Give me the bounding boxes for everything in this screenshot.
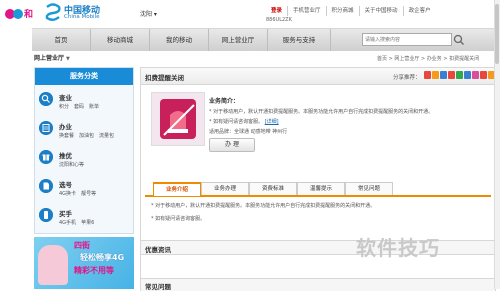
breadcrumb: 首页 > 网上营业厅 > 办业务 > 扣费提醒关闭 <box>377 56 480 62</box>
applicable-brands: 适用品牌：全球通 动感地带 神州行 <box>209 129 288 135</box>
tab-content: * 对于移动用户，默认开通扣费提醒服务。本服务功能允许用户自行完成扣费提醒服务的… <box>151 202 485 228</box>
nav-item-online-hall[interactable]: 网上营业厅 <box>209 29 268 51</box>
chevron-down-icon: ▼ <box>66 56 70 62</box>
search-icon <box>39 92 53 106</box>
points-mall-link[interactable]: 积分商城 <box>325 6 359 16</box>
offers-section-header[interactable]: 优惠资讯 <box>141 240 495 255</box>
share-icons <box>424 71 500 79</box>
detail-link[interactable]: [详细] <box>265 119 279 125</box>
handle-button[interactable]: 办 理 <box>209 138 255 152</box>
share-icon[interactable] <box>472 71 479 79</box>
sidebar-link[interactable]: 4G手机 <box>59 220 76 226</box>
city-label: 沈阳 <box>140 11 153 18</box>
sidebar-section-query[interactable]: 查业 积分 套码 账单 <box>39 92 131 118</box>
service-image <box>151 92 205 146</box>
share-icon[interactable] <box>448 71 455 79</box>
section-title: 优惠资讯 <box>145 246 171 254</box>
top-links: 登录 手机营业厅 积分商城 关于中国移动 政企客户 <box>266 6 436 16</box>
mobile-hall-link[interactable]: 手机营业厅 <box>287 6 326 16</box>
service-intro: 业务简介： * 对于移动用户，默认开通扣费提醒服务。本服务功能允许用户自行完成扣… <box>209 96 489 138</box>
sidebar-link[interactable]: 靓号等 <box>81 191 96 197</box>
banner-line: 轻松畅享4G <box>80 253 125 262</box>
section-title: 常见问题 <box>145 283 171 291</box>
sidebar-section-title: 选号 <box>59 181 72 189</box>
banner-line: 精彩不用等 <box>74 266 114 275</box>
hall-label: 网上营业厅 <box>34 55 65 62</box>
nav-item-mall[interactable]: 移动商城 <box>91 29 150 51</box>
svg-text:和: 和 <box>23 8 33 20</box>
share-icon[interactable] <box>432 71 439 79</box>
phone-icon <box>39 208 53 222</box>
share-label: 分享推荐： <box>393 75 421 81</box>
brand-en: China Mobile <box>64 14 100 20</box>
nav-item-home[interactable]: 首页 <box>32 29 91 51</box>
sidebar-title: 服务分类 <box>35 68 133 85</box>
sidebar-section-promo[interactable]: 推优 沈阳和心等 <box>39 150 131 176</box>
sidebar-section-title: 办业 <box>59 123 72 131</box>
tab-tips[interactable]: 温馨提示 <box>297 182 345 195</box>
city-selector[interactable]: 沈阳 ▾ <box>140 9 157 18</box>
mascot-image <box>38 245 68 285</box>
sidebar-link[interactable]: 换套餐 <box>59 133 74 139</box>
search-input[interactable] <box>363 34 451 45</box>
sidebar-section-number[interactable]: 选号 4G换卡 靓号等 <box>39 179 131 205</box>
tab-intro[interactable]: 业务介绍 <box>153 182 201 196</box>
sidebar-section-title: 查业 <box>59 94 72 102</box>
sidebar-section-title: 推优 <box>59 152 72 160</box>
sidebar: 服务分类 查业 积分 套码 账单 办业 换套餐 加油包 流量包 推优 沈阳和心等 选号 … <box>34 67 134 234</box>
sidebar-link[interactable]: 套码 <box>74 104 84 110</box>
sim-card-icon <box>39 179 53 193</box>
hall-selector[interactable]: 网上营业厅 ▼ <box>34 53 70 62</box>
tab-faq[interactable]: 常见问题 <box>345 182 393 195</box>
sidebar-link[interactable]: 流量包 <box>99 133 114 139</box>
scrollbar-thumb[interactable] <box>495 4 499 64</box>
share-icon[interactable] <box>424 71 431 79</box>
sidebar-link[interactable]: 积分 <box>59 104 69 110</box>
sidebar-link[interactable]: 账单 <box>89 104 99 110</box>
document-icon <box>39 121 53 135</box>
tab-content-line: * 对于移动用户，默认开通扣费提醒服务。本服务功能允许用户自行完成扣费提醒服务的… <box>151 203 376 209</box>
sidebar-section-handle[interactable]: 办业 换套餐 加油包 流量包 <box>39 121 131 147</box>
nav-item-service[interactable]: 服务与支持 <box>268 29 331 51</box>
sidebar-section-title: 买手 <box>59 210 72 218</box>
banner-line: 四街 <box>74 241 90 250</box>
search-box <box>362 33 452 46</box>
login-link[interactable]: 登录 <box>266 6 287 16</box>
watermark: 软件技巧 <box>356 236 440 260</box>
tab-bar: 业务介绍 业务办理 资费标准 温馨提示 常见问题 <box>145 182 491 197</box>
china-mobile-logo[interactable]: 中国移动 China Mobile <box>44 3 134 21</box>
share-icon[interactable] <box>456 71 463 79</box>
sidebar-link[interactable]: 沈阳和心等 <box>59 162 84 168</box>
share-icon[interactable] <box>464 71 471 79</box>
share-icon[interactable] <box>480 71 487 79</box>
user-id: 886UL2ZK <box>266 17 292 23</box>
sidebar-link[interactable]: 苹果6 <box>81 220 94 226</box>
and-logo[interactable]: 和 <box>4 3 42 21</box>
tab-fees[interactable]: 资费标准 <box>249 182 297 195</box>
intro-line: * 如有疑问请咨询客服。 <box>209 119 264 125</box>
intro-line: * 对于移动用户，默认开通扣费提醒服务。本服务功能允许用户自行完成扣费提醒服务的… <box>209 109 434 115</box>
gift-icon <box>39 150 53 164</box>
sidebar-section-phone[interactable]: 买手 4G手机 苹果6 <box>39 208 131 232</box>
enterprise-link[interactable]: 政企客户 <box>402 6 436 16</box>
promo-banner[interactable]: 四街 轻松畅享4G 精彩不用等 <box>34 237 134 289</box>
china-mobile-icon <box>45 3 61 21</box>
search-icon[interactable] <box>452 33 466 46</box>
page-title: 扣费提醒关闭 <box>145 74 184 82</box>
chevron-down-icon: ▾ <box>152 11 157 18</box>
sidebar-link[interactable]: 4G换卡 <box>59 191 76 197</box>
faq-section-header[interactable]: 常见问题 <box>141 278 495 291</box>
sidebar-link[interactable]: 加油包 <box>79 133 94 139</box>
tab-handle[interactable]: 业务办理 <box>201 182 249 195</box>
about-link[interactable]: 关于中国移动 <box>358 6 403 16</box>
share-icon[interactable] <box>440 71 447 79</box>
main-panel: 扣费提醒关闭 分享推荐： 业务简介： * 对于移动用户，默认开通扣费提醒服务。本… <box>140 67 500 291</box>
tab-content-line: * 如有疑问请咨询客服。 <box>151 216 206 222</box>
nav-item-my-mobile[interactable]: 我的移动 <box>150 29 209 51</box>
intro-heading: 业务简介： <box>209 98 240 105</box>
